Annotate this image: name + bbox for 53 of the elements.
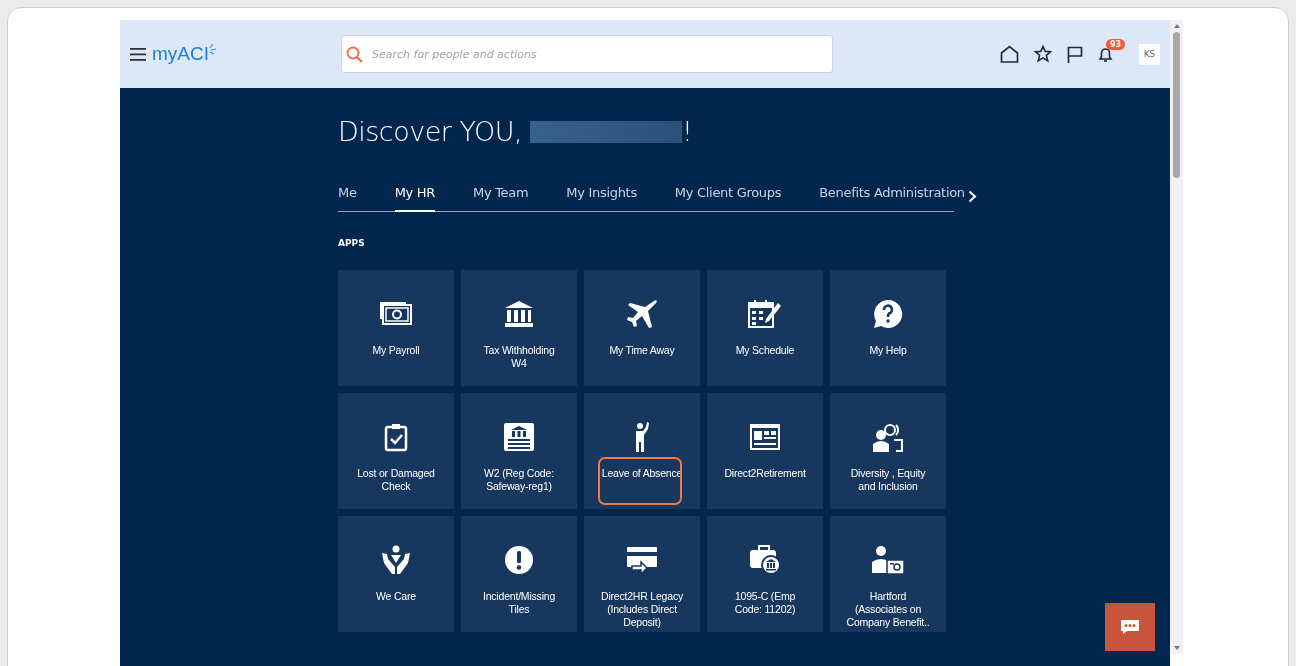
chat-icon <box>1120 619 1140 635</box>
chat-button[interactable] <box>1105 603 1155 651</box>
dashboard-icon <box>749 423 781 451</box>
app-tile[interactable]: Incident/Missing Tiles <box>461 516 577 632</box>
calendar-icon <box>748 299 782 329</box>
flag-icon[interactable] <box>1067 45 1083 63</box>
card-transfer-icon <box>626 546 658 574</box>
app-tile[interactable]: Direct2Retirement <box>707 393 823 509</box>
app-tile[interactable]: 1095-C (Emp Code: 11202) <box>707 516 823 632</box>
greeting: Discover YOU, <box>338 116 523 147</box>
clipboard-check-icon <box>384 422 408 452</box>
star-icon[interactable] <box>1034 45 1052 63</box>
app-tile[interactable]: My Schedule <box>707 270 823 386</box>
scrollbar[interactable] <box>1170 20 1183 654</box>
sparkle-icon <box>209 43 217 55</box>
money-icon <box>379 301 413 327</box>
nav-tab[interactable]: My Team <box>473 185 529 212</box>
caring-hands-icon <box>380 545 412 575</box>
app-tile[interactable]: My Help <box>830 270 946 386</box>
app-tile[interactable]: We Care <box>338 516 454 632</box>
app-tile[interactable]: Lost or Damaged Check <box>338 393 454 509</box>
app-tile[interactable]: W2 (Reg Code: Safeway-reg1) <box>461 393 577 509</box>
person-waving-icon <box>634 422 650 452</box>
exclamation-icon <box>504 545 534 575</box>
bank-icon <box>504 300 534 328</box>
notification-badge: 93 <box>1106 38 1126 50</box>
airplane-icon <box>626 299 658 329</box>
help-icon <box>873 299 903 329</box>
nav-tab[interactable]: My Client Groups <box>674 185 782 212</box>
nav-tab[interactable]: My Insights <box>566 185 637 212</box>
chevron-right-icon[interactable] <box>968 190 977 203</box>
app-tile[interactable]: My Time Away <box>584 270 700 386</box>
bell-icon[interactable] <box>1098 45 1113 63</box>
section-title: APPS <box>338 238 366 248</box>
greeting-end: ! <box>682 116 693 147</box>
search-field[interactable]: Search for people and actions <box>341 35 833 73</box>
user-avatar[interactable]: KS <box>1139 43 1160 65</box>
menu-icon[interactable] <box>130 47 146 61</box>
nav-tab[interactable]: Benefits Administration <box>819 185 965 212</box>
nav-tab[interactable]: My HR <box>394 185 435 212</box>
app-tile[interactable]: Hartford (Associates on Company Benefit.. <box>830 516 946 632</box>
app-tile[interactable]: Tax Withholding W4 <box>461 270 577 386</box>
briefcase-bank-icon <box>749 545 781 575</box>
app-tile[interactable]: Diversity , Equity and Inclusion <box>830 393 946 509</box>
app-tile[interactable]: My Payroll <box>338 270 454 386</box>
person-certificate-icon <box>871 545 905 575</box>
home-icon[interactable] <box>1000 45 1019 63</box>
app-tile[interactable]: Leave of Absence <box>584 393 700 509</box>
app-tile[interactable]: Direct2HR Legacy (Includes Direct Deposit) <box>584 516 700 632</box>
people-talking-icon <box>872 422 904 452</box>
tax-form-icon <box>503 422 535 452</box>
search-icon <box>346 46 363 63</box>
nav-tab[interactable]: Me <box>338 185 357 212</box>
